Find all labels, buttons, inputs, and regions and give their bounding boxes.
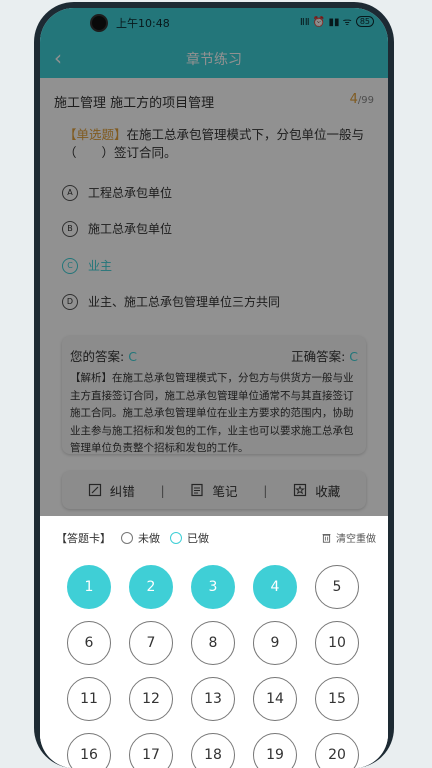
question-number-8[interactable]: 8 [191, 621, 235, 665]
question-number-16[interactable]: 16 [67, 733, 111, 768]
question-number-10[interactable]: 10 [315, 621, 359, 665]
question-number-6[interactable]: 6 [67, 621, 111, 665]
question-number-14[interactable]: 14 [253, 677, 297, 721]
question-number-2[interactable]: 2 [129, 565, 173, 609]
question-number-5[interactable]: 5 [315, 565, 359, 609]
question-number-11[interactable]: 11 [67, 677, 111, 721]
question-number-18[interactable]: 18 [191, 733, 235, 768]
trash-icon [322, 533, 331, 543]
question-number-12[interactable]: 12 [129, 677, 173, 721]
legend-undone-label: 未做 [138, 532, 160, 545]
undone-legend-icon [121, 532, 133, 544]
answer-card-header: 【答题卡】 未做 已做 [56, 530, 209, 546]
question-number-1[interactable]: 1 [67, 565, 111, 609]
answer-card-title: 【答题卡】 [56, 532, 111, 545]
question-number-17[interactable]: 17 [129, 733, 173, 768]
question-number-4[interactable]: 4 [253, 565, 297, 609]
question-number-3[interactable]: 3 [191, 565, 235, 609]
legend-done-label: 已做 [187, 532, 209, 545]
done-legend-icon [170, 532, 182, 544]
question-number-20[interactable]: 20 [315, 733, 359, 768]
question-number-9[interactable]: 9 [253, 621, 297, 665]
answer-card-sheet: 【答题卡】 未做 已做 清空重做 1 2 3 4 5 6 7 8 9 10 11 12 13 14 15 16… [40, 516, 388, 768]
clear-redo-button[interactable]: 清空重做 [321, 530, 376, 545]
dim-overlay[interactable] [40, 8, 388, 518]
screen: 上午10:48 ⅡⅡ ⏰ ▮▮ ᯤ 85 ‹ 章节练习 施工管理 施工方的项目管… [40, 8, 388, 768]
question-number-13[interactable]: 13 [191, 677, 235, 721]
question-number-19[interactable]: 19 [253, 733, 297, 768]
question-number-15[interactable]: 15 [315, 677, 359, 721]
question-number-7[interactable]: 7 [129, 621, 173, 665]
clear-redo-label: 清空重做 [336, 534, 376, 545]
